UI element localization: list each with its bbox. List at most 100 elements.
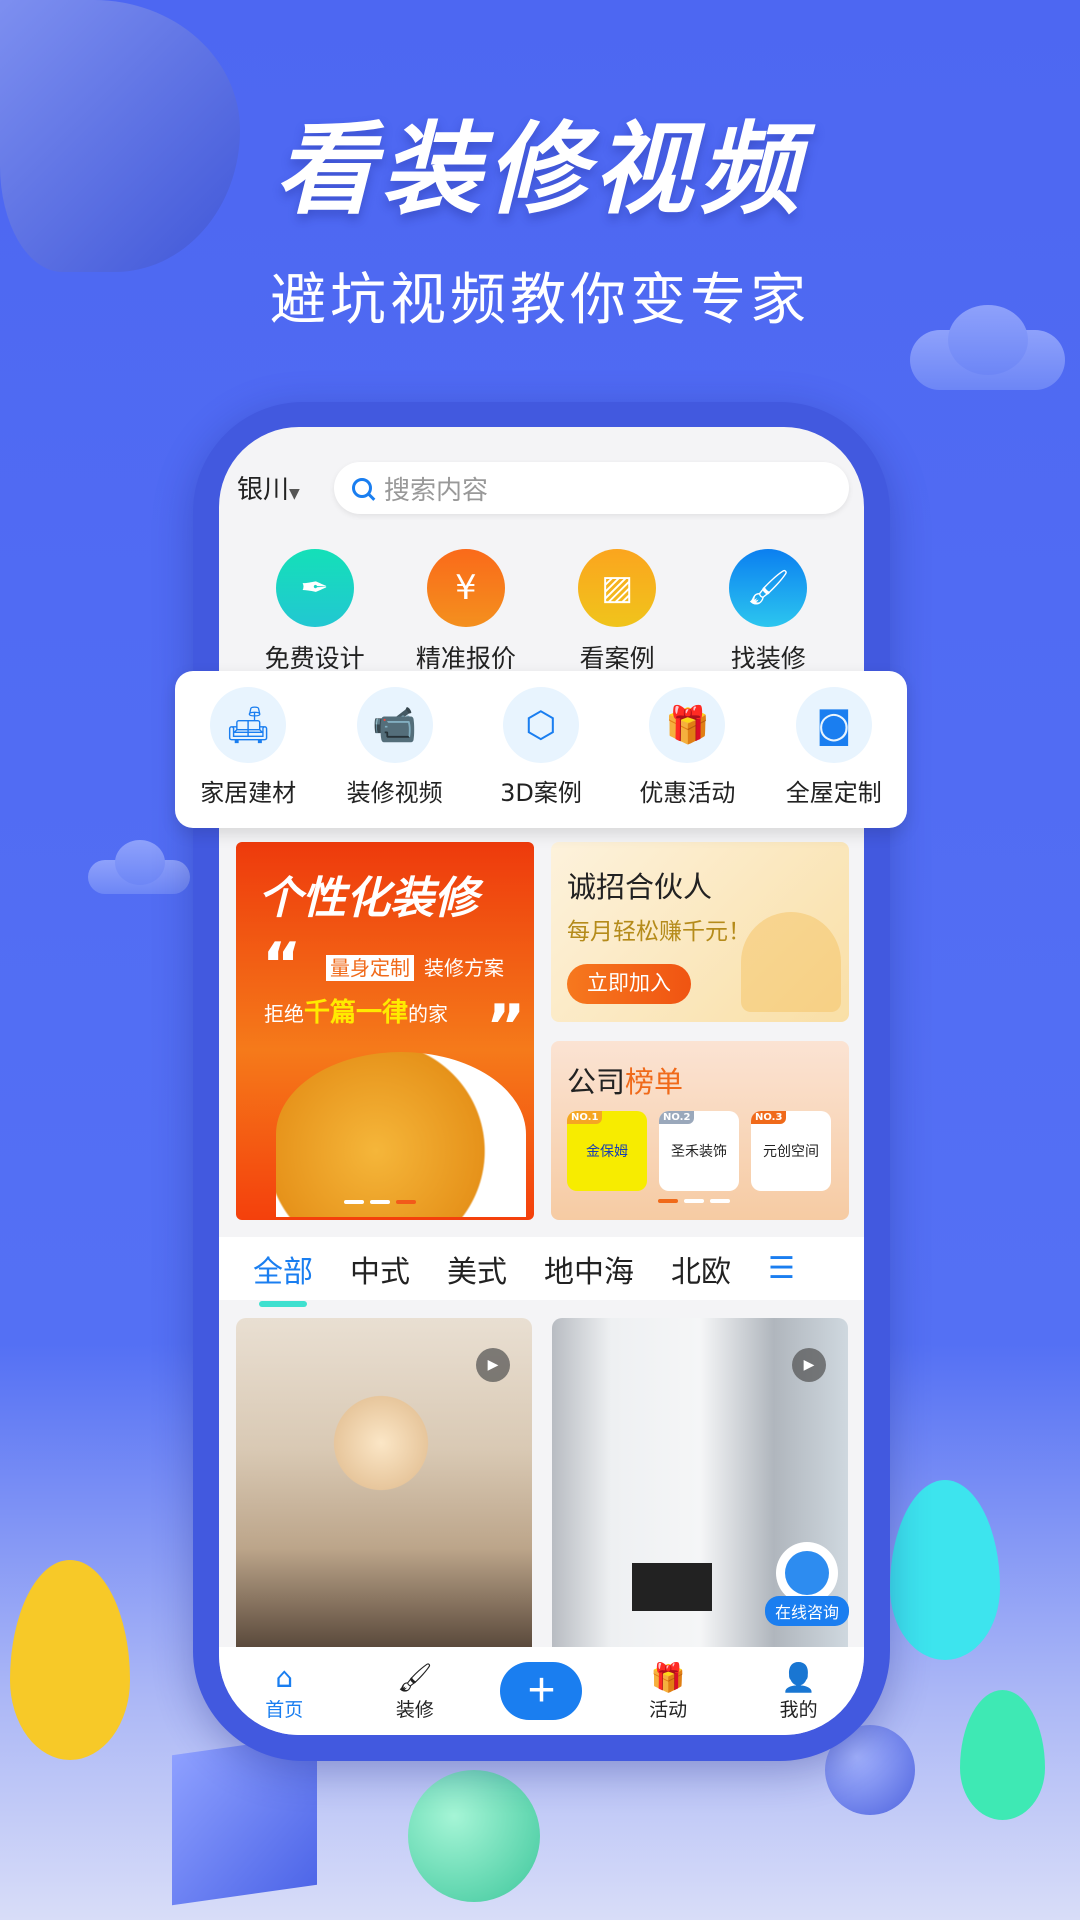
quick-action-label: 免费设计: [264, 644, 365, 673]
quick-action-find-decorator[interactable]: 🖌 找装修: [698, 549, 838, 675]
banner-line2: 拒绝千篇一律的家: [264, 992, 448, 1029]
decorative-leaf: [890, 1480, 1000, 1660]
category-promotions[interactable]: 🎁 优惠活动: [617, 687, 757, 828]
ranking-title-a: 公司: [567, 1065, 626, 1099]
category-label: 装修视频: [346, 779, 443, 807]
search-input[interactable]: 搜索内容: [334, 462, 849, 514]
app-screen: 银川▼ 搜索内容 ✒ 免费设计 ¥ 精准报价 ▨ 看案例 🖌 找装修 个性化装修 “ 量…: [219, 427, 864, 1735]
nav-mine[interactable]: 👤 我的: [754, 1661, 844, 1722]
rank-badge: NO.3: [751, 1111, 787, 1124]
caret-down-icon: ▼: [289, 486, 300, 502]
banner-line1-text: 装修方案: [424, 956, 504, 980]
quick-action-quote[interactable]: ¥ 精准报价: [396, 549, 536, 675]
nav-decoration[interactable]: 🖌 装修: [370, 1661, 460, 1722]
search-icon: [352, 478, 372, 498]
home-icon: ⌂: [275, 1660, 294, 1694]
nav-label: 活动: [649, 1698, 688, 1721]
carousel-dot-active[interactable]: [658, 1199, 678, 1203]
quick-action-label: 找装修: [730, 644, 806, 673]
join-now-button[interactable]: 立即加入: [567, 964, 691, 1004]
nav-label: 装修: [395, 1698, 434, 1721]
company-ranking-banner[interactable]: 公司榜单 NO.1 金保姆 NO.2 圣禾装饰 NO.3 元创空间: [551, 1041, 849, 1220]
tab-all[interactable]: 全部: [253, 1247, 313, 1307]
promo-headline: 看装修视频: [275, 111, 805, 228]
decorative-cloud: [115, 840, 165, 885]
city-selector[interactable]: 银川▼: [237, 469, 300, 506]
company-logo-3[interactable]: NO.3 元创空间: [751, 1111, 831, 1191]
category-custom-furnishing[interactable]: ◙ 全屋定制: [764, 687, 904, 828]
company-logo-2[interactable]: NO.2 圣禾装饰: [659, 1111, 739, 1191]
sofa-icon: 🛋: [210, 687, 287, 763]
personalized-decoration-banner[interactable]: 个性化装修 “ 量身定制 装修方案 拒绝千篇一律的家 ”: [236, 842, 534, 1220]
rank-badge: NO.2: [659, 1111, 695, 1124]
category-decoration-videos[interactable]: 📹 装修视频: [325, 687, 465, 828]
price-jar-icon: ¥: [426, 549, 505, 627]
ranking-title-b: 榜单: [625, 1065, 684, 1099]
category-label: 全屋定制: [785, 779, 882, 807]
search-placeholder: 搜索内容: [384, 475, 489, 506]
banner-line2-emphasis: 千篇一律: [304, 998, 409, 1028]
ranking-title: 公司榜单: [567, 1059, 683, 1101]
tab-mediterranean[interactable]: 地中海: [544, 1247, 634, 1291]
tab-american[interactable]: 美式: [447, 1247, 507, 1291]
company-name: 圣禾装饰: [671, 1144, 727, 1160]
nav-label: 我的: [779, 1698, 818, 1721]
category-label: 优惠活动: [639, 779, 736, 807]
carousel-dot[interactable]: [370, 1200, 390, 1204]
chair-image: [276, 1052, 526, 1217]
banner-highlight: 量身定制: [326, 955, 414, 981]
category-label: 3D案例: [500, 779, 582, 807]
style-tabs: 全部 中式 美式 地中海 北欧 ☰: [219, 1237, 864, 1307]
category-3d-cases[interactable]: ⬡ 3D案例: [471, 687, 611, 828]
play-icon[interactable]: ▶: [792, 1348, 826, 1382]
category-label: 家居建材: [200, 779, 297, 807]
carousel-dot[interactable]: [710, 1199, 730, 1203]
publish-plus-button[interactable]: +: [500, 1662, 583, 1720]
online-consult-button[interactable]: 在线咨询: [765, 1542, 849, 1632]
company-name: 元创空间: [763, 1144, 819, 1160]
chandelier-image: [326, 1388, 436, 1498]
nav-activity[interactable]: 🎁 活动: [623, 1661, 713, 1722]
gift-icon: 🎁: [649, 687, 726, 763]
company-name: 金保姆: [586, 1144, 628, 1160]
quick-action-cases[interactable]: ▨ 看案例: [547, 549, 687, 675]
partner-title: 诚招合伙人: [567, 870, 713, 904]
category-building-materials[interactable]: 🛋 家居建材: [178, 687, 318, 828]
cube-icon: ⬡: [502, 687, 579, 763]
partner-recruit-banner[interactable]: 诚招合伙人 每月轻松赚千元！ 立即加入: [551, 842, 849, 1022]
bottom-nav: ⌂ 首页 🖌 装修 + 🎁 活动 👤 我的: [219, 1647, 864, 1735]
video-card[interactable]: ▶: [236, 1318, 532, 1647]
tape-measure-icon: ◙: [795, 687, 872, 763]
support-agent-icon: [776, 1542, 838, 1604]
promo-subline: 避坑视频教你变专家: [270, 268, 810, 333]
banner-line2-suffix: 的家: [408, 1002, 449, 1026]
nav-label: 首页: [265, 1698, 304, 1721]
pen-icon: ✒: [275, 549, 354, 627]
video-camera-icon: 📹: [356, 687, 433, 763]
consult-label: 在线咨询: [765, 1596, 849, 1626]
city-label: 银川: [237, 475, 290, 505]
rank-badge: NO.1: [567, 1111, 603, 1124]
carousel-dot[interactable]: [344, 1200, 364, 1204]
person-silhouette-icon: [741, 912, 841, 1012]
category-card: 🛋 家居建材 📹 装修视频 ⬡ 3D案例 🎁 优惠活动 ◙ 全屋定制: [175, 671, 907, 828]
partner-subtitle: 每月轻松赚千元！: [567, 919, 751, 945]
tab-chinese[interactable]: 中式: [350, 1247, 410, 1291]
quick-action-free-design[interactable]: ✒ 免费设计: [245, 549, 385, 675]
company-logo-1[interactable]: NO.1 金保姆: [567, 1111, 647, 1191]
gift-icon: 🎁: [650, 1660, 686, 1694]
paint-roller-icon: 🖌: [397, 1660, 433, 1694]
banner-line2-prefix: 拒绝: [264, 1002, 304, 1026]
carousel-dot[interactable]: [684, 1199, 704, 1203]
play-icon[interactable]: ▶: [476, 1348, 510, 1382]
tab-nordic[interactable]: 北欧: [671, 1247, 731, 1291]
user-icon: 👤: [781, 1660, 817, 1694]
quick-action-label: 精准报价: [415, 644, 516, 673]
decorative-ball: [408, 1770, 540, 1902]
carousel-dot-active[interactable]: [396, 1200, 416, 1204]
quote-open-icon: “: [262, 930, 302, 1000]
tv-image: [632, 1563, 712, 1611]
banner-line1: 量身定制 装修方案: [326, 952, 514, 981]
filter-menu-icon[interactable]: ☰: [768, 1251, 795, 1286]
nav-home[interactable]: ⌂ 首页: [239, 1661, 329, 1722]
